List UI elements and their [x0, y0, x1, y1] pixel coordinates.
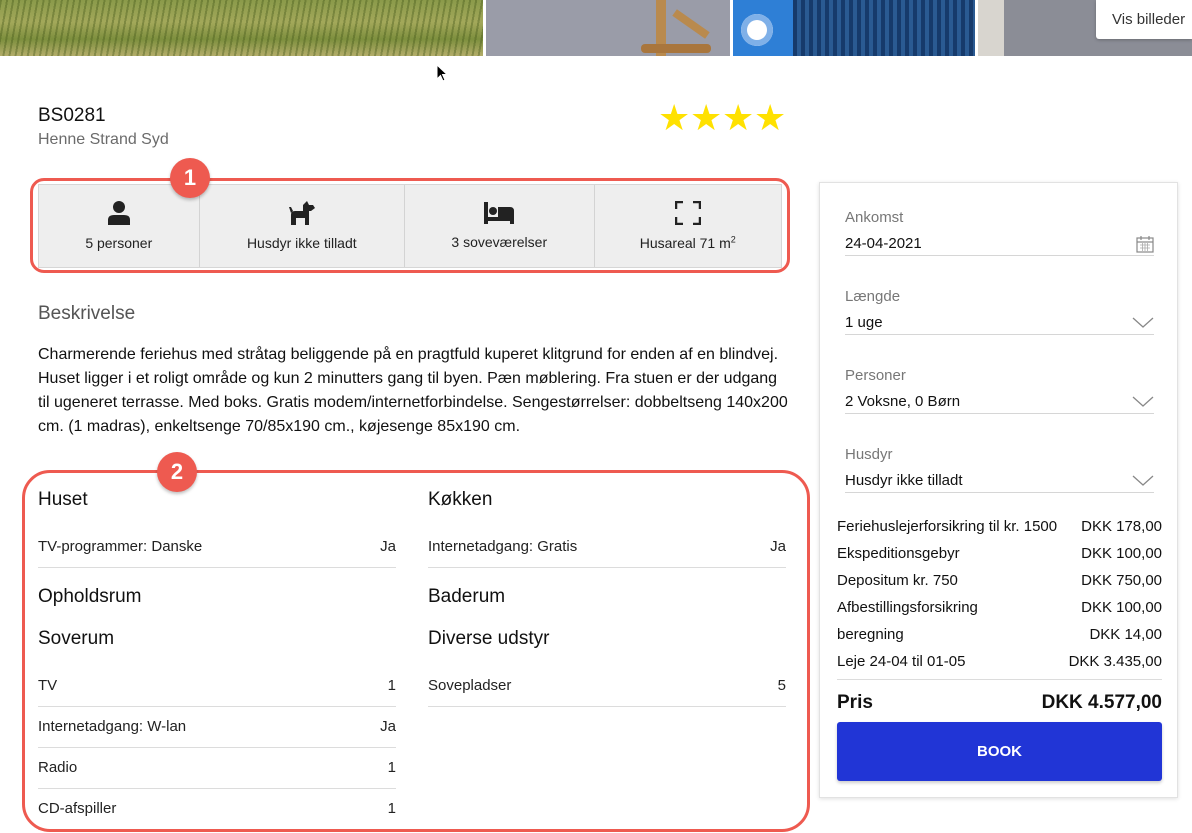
- star-rating: ★ ★ ★ ★: [658, 97, 787, 138]
- annotation-badge-2: 2: [157, 452, 197, 492]
- book-button[interactable]: BOOK: [837, 722, 1162, 781]
- persons-label: Personer: [845, 367, 906, 384]
- chevron-down-icon[interactable]: [1132, 396, 1154, 408]
- gallery-photo-rug[interactable]: [733, 0, 975, 56]
- price-row: Feriehuslejerforsikring til kr. 1500 DKK …: [837, 518, 1162, 535]
- persons-field[interactable]: Personer 2 Voksne, 0 Børn: [845, 367, 1154, 414]
- chevron-down-icon[interactable]: [1132, 317, 1154, 329]
- gallery-photo-interior[interactable]: [486, 0, 730, 56]
- arrival-label: Ankomst: [845, 209, 904, 226]
- total-price: Pris DKK 4.577,00: [837, 692, 1162, 713]
- length-label: Længde: [845, 288, 901, 305]
- arrival-date-input[interactable]: 24-04-2021: [845, 232, 1154, 256]
- description-text: Charmerende feriehus med stråtag beligge…: [38, 346, 788, 435]
- pets-select[interactable]: Husdyr ikke tilladt: [845, 469, 1154, 493]
- show-images-button[interactable]: Vis billeder: [1096, 0, 1192, 39]
- star-icon: ★: [754, 97, 787, 138]
- gallery-photo-garden[interactable]: [0, 0, 483, 56]
- chevron-down-icon[interactable]: [1132, 475, 1154, 487]
- property-location: Henne Strand Syd: [38, 131, 169, 148]
- star-icon: ★: [690, 97, 723, 138]
- arrival-field[interactable]: Ankomst 24-04-2021: [845, 209, 1154, 256]
- mouse-cursor-icon: [436, 64, 448, 82]
- photo-gallery[interactable]: Vis billeder: [0, 0, 1192, 56]
- price-row: Depositum kr. 750 DKK 750,00: [837, 572, 1162, 589]
- annotation-frame-1: [30, 178, 790, 273]
- description-heading: Beskrivelse: [38, 303, 136, 324]
- calendar-icon[interactable]: [1136, 235, 1154, 253]
- price-divider: [837, 679, 1162, 680]
- pets-label: Husdyr: [845, 446, 893, 463]
- booking-panel: Ankomst 24-04-2021 Længde 1 uge Personer…: [819, 182, 1178, 798]
- property-id: BS0281: [38, 105, 106, 126]
- annotation-frame-2: [22, 470, 810, 832]
- price-row: Afbestillingsforsikring DKK 100,00: [837, 599, 1162, 616]
- pets-field[interactable]: Husdyr Husdyr ikke tilladt: [845, 446, 1154, 493]
- star-icon: ★: [658, 97, 691, 138]
- price-row: Leje 24-04 til 01-05 DKK 3.435,00: [837, 653, 1162, 670]
- length-select[interactable]: 1 uge: [845, 311, 1154, 335]
- price-row: beregning DKK 14,00: [837, 626, 1162, 643]
- price-breakdown: Feriehuslejerforsikring til kr. 1500 DKK …: [837, 513, 1162, 718]
- star-icon: ★: [722, 97, 755, 138]
- persons-select[interactable]: 2 Voksne, 0 Børn: [845, 390, 1154, 414]
- annotation-badge-1: 1: [170, 158, 210, 198]
- length-field[interactable]: Længde 1 uge: [845, 288, 1154, 335]
- price-row: Ekspeditionsgebyr DKK 100,00: [837, 545, 1162, 562]
